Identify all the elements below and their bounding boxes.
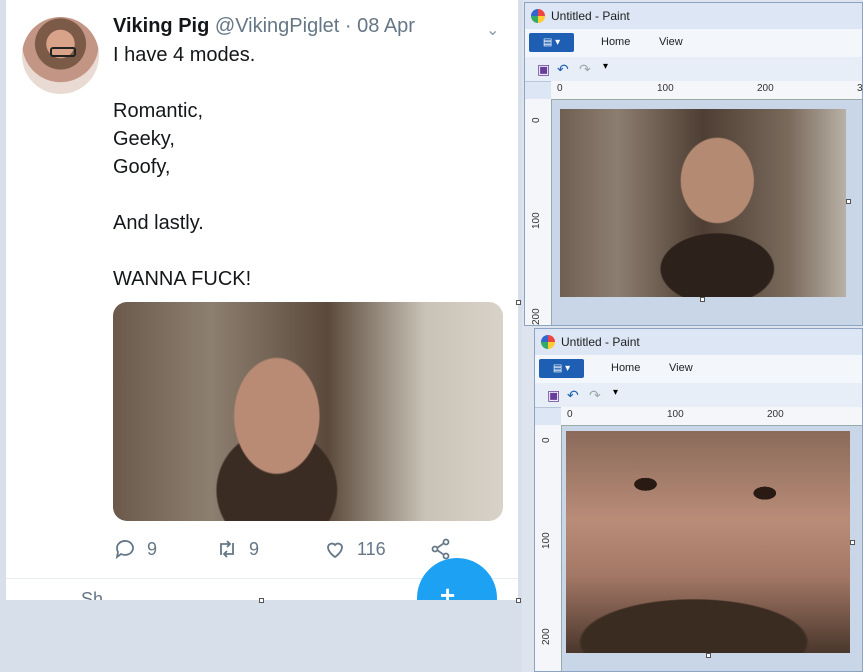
window-title: Untitled - Paint xyxy=(551,9,630,23)
ruler-label: 100 xyxy=(531,212,542,229)
share-icon xyxy=(431,538,450,560)
tab-home[interactable]: Home xyxy=(601,36,630,48)
chevron-down-icon[interactable]: ⌄ xyxy=(486,20,499,40)
truncated-next-item: Sh... xyxy=(81,589,119,600)
ruler-label: 0 xyxy=(557,83,563,94)
file-menu-button[interactable]: ▤ ▾ xyxy=(529,33,574,52)
horizontal-ruler: 0 100 200 3 xyxy=(551,81,862,100)
resize-handle[interactable] xyxy=(516,300,521,305)
reply-count: 9 xyxy=(147,538,158,559)
redo-icon[interactable]: ↷ xyxy=(589,387,601,404)
redo-icon[interactable]: ↷ xyxy=(579,61,591,78)
vertical-ruler: 0 100 200 xyxy=(525,99,552,325)
tweet-actions: 9 9 116 xyxy=(113,537,493,563)
resize-handle[interactable] xyxy=(850,540,855,545)
vertical-ruler: 0 100 200 xyxy=(535,425,562,671)
ruler-label: 200 xyxy=(531,308,542,325)
tweet-text-line: And lastly. xyxy=(113,212,204,234)
ruler-label: 200 xyxy=(757,83,774,94)
horizontal-ruler: 0 100 200 xyxy=(561,407,862,426)
share-button[interactable] xyxy=(429,537,453,561)
avatar[interactable] xyxy=(22,17,99,94)
reply-button[interactable]: 9 xyxy=(113,537,157,561)
customize-toolbar-icon[interactable]: ▾ xyxy=(603,61,608,72)
tab-view[interactable]: View xyxy=(669,362,693,374)
paint-app-icon xyxy=(531,9,545,23)
title-bar[interactable]: Untitled - Paint xyxy=(535,329,862,355)
ruler-label: 3 xyxy=(857,83,863,94)
tweet-text-line: WANNA FUCK! xyxy=(113,268,252,290)
ribbon-tabs: ▤ ▾ Home View xyxy=(535,355,862,383)
paint-canvas-image[interactable] xyxy=(560,109,846,297)
ruler-label: 0 xyxy=(541,437,552,443)
ruler-label: 200 xyxy=(541,628,552,645)
tab-home[interactable]: Home xyxy=(611,362,640,374)
title-bar[interactable]: Untitled - Paint xyxy=(525,3,862,29)
resize-handle[interactable] xyxy=(706,653,711,658)
window-title: Untitled - Paint xyxy=(561,335,640,349)
ruler-label: 100 xyxy=(657,83,674,94)
tab-view[interactable]: View xyxy=(659,36,683,48)
tweet-text-line: Romantic, xyxy=(113,100,204,122)
resize-handle[interactable] xyxy=(259,598,264,603)
reply-icon xyxy=(115,540,134,560)
customize-toolbar-icon[interactable]: ▾ xyxy=(613,387,618,398)
undo-icon[interactable]: ↶ xyxy=(557,61,569,78)
tweet-date[interactable]: 08 Apr xyxy=(357,15,415,37)
heart-icon xyxy=(327,542,343,559)
paint-window-top: Untitled - Paint ▤ ▾ Home View ▣ ↶ ↷ ▾ 0… xyxy=(524,2,863,326)
ruler-label: 100 xyxy=(667,409,684,420)
user-handle[interactable]: @VikingPiglet xyxy=(215,15,339,37)
paint-canvas-image[interactable] xyxy=(566,431,850,653)
resize-handle[interactable] xyxy=(700,297,705,302)
ruler-label: 0 xyxy=(567,409,573,420)
ribbon-tabs: ▤ ▾ Home View xyxy=(525,29,862,57)
undo-icon[interactable]: ↶ xyxy=(567,387,579,404)
quick-access-toolbar: ▣ ↶ ↷ ▾ xyxy=(535,383,862,408)
like-button[interactable]: 116 xyxy=(323,537,386,561)
retweet-count: 9 xyxy=(249,538,260,559)
file-menu-button[interactable]: ▤ ▾ xyxy=(539,359,584,378)
tweet-header: Viking Pig @VikingPiglet · 08 Apr xyxy=(113,15,415,38)
display-name[interactable]: Viking Pig xyxy=(113,15,209,37)
ruler-label: 100 xyxy=(541,532,552,549)
retweet-icon xyxy=(220,540,234,558)
paint-app-icon xyxy=(541,335,555,349)
quick-access-toolbar: ▣ ↶ ↷ ▾ xyxy=(525,57,862,82)
tweet-card: Viking Pig @VikingPiglet · 08 Apr ⌄ I ha… xyxy=(6,0,518,600)
like-count: 116 xyxy=(357,538,386,559)
compose-tweet-button[interactable]: + xyxy=(417,558,497,600)
tweet-text-line: Goofy, xyxy=(113,156,171,178)
resize-handle[interactable] xyxy=(516,598,521,603)
paint-canvas-background: Viking Pig @VikingPiglet · 08 Apr ⌄ I ha… xyxy=(0,0,522,672)
header-separator: · xyxy=(344,15,352,37)
compose-icon: + xyxy=(440,580,456,600)
paint-window-bottom: Untitled - Paint ▤ ▾ Home View ▣ ↶ ↷ ▾ 0… xyxy=(534,328,863,672)
tweet-text-line: I have 4 modes. xyxy=(113,44,256,66)
ruler-label: 200 xyxy=(767,409,784,420)
ruler-label: 0 xyxy=(531,117,542,123)
retweet-button[interactable]: 9 xyxy=(215,537,259,561)
save-icon[interactable]: ▣ xyxy=(537,61,550,78)
save-icon[interactable]: ▣ xyxy=(547,387,560,404)
tweet-photo[interactable] xyxy=(113,302,503,521)
resize-handle[interactable] xyxy=(846,199,851,204)
tweet-text-line: Geeky, xyxy=(113,128,175,150)
